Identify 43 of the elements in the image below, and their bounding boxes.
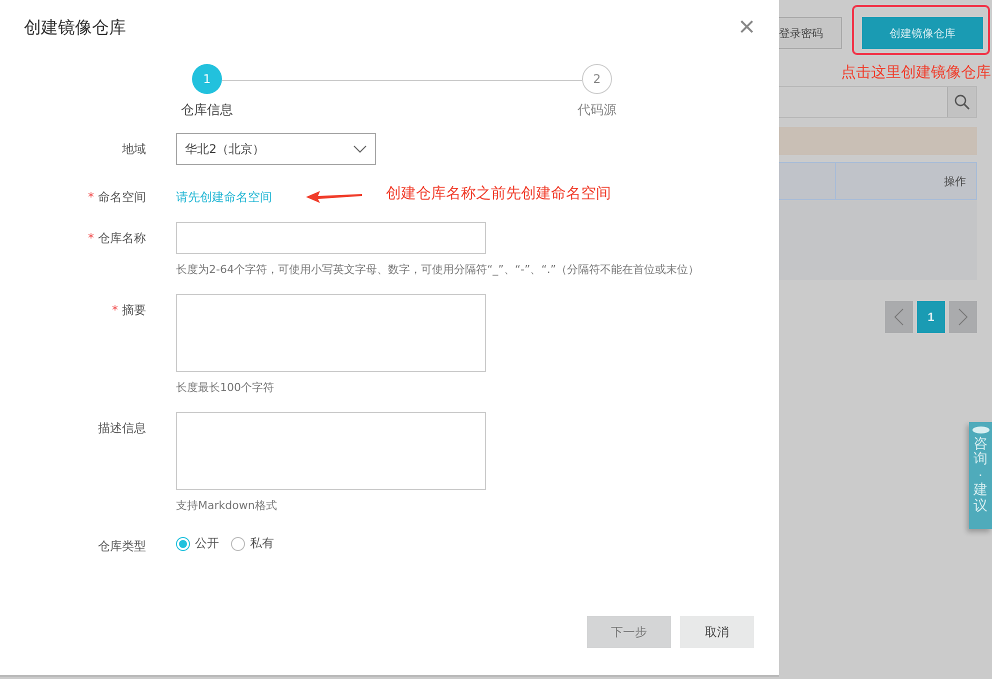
annotation-text: 点击这里创建镜像仓库 — [841, 63, 991, 82]
field-hint: 长度为2-64个字符，可使用小写英文字母、数字，可使用分隔符“_”、“-”、“.”（分隔符不能在首位或末位） — [176, 262, 700, 278]
region-select[interactable]: 华北2（北京） — [176, 133, 376, 165]
required-mark: * — [88, 231, 94, 245]
step-label: 代码源 — [578, 102, 616, 119]
field-label: * 仓库名称 — [87, 230, 146, 247]
chat-icon — [972, 426, 990, 434]
cancel-button[interactable]: 取消 — [680, 616, 754, 648]
dialog-title: 创建镜像仓库 — [24, 16, 126, 38]
password-button[interactable]: 登录密码 — [779, 17, 842, 49]
step-number: 1 — [192, 64, 222, 94]
text-area[interactable] — [176, 412, 486, 490]
column-header: 操作 — [835, 163, 976, 199]
next-page-button[interactable] — [949, 301, 977, 333]
field-label: * 摘要 — [111, 302, 146, 319]
create-repo-button[interactable]: 创建镜像仓库 — [862, 17, 983, 49]
chevron-down-icon — [353, 144, 367, 154]
step-number: 2 — [582, 64, 612, 94]
field-hint: 长度最长100个字符 — [176, 380, 275, 396]
chevron-left-icon — [894, 308, 904, 326]
radio-option[interactable]: 公开 — [176, 535, 219, 552]
field-label: * 命名空间 — [87, 189, 146, 206]
radio-option[interactable]: 私有 — [231, 535, 274, 552]
search-field[interactable] — [779, 86, 977, 118]
step-label: 仓库信息 — [181, 102, 233, 119]
chevron-right-icon — [958, 308, 968, 326]
search-icon — [954, 94, 970, 110]
prev-page-button[interactable] — [885, 301, 913, 333]
required-mark: * — [112, 303, 118, 317]
create-namespace-link[interactable]: 请先创建命名空间 — [176, 181, 272, 206]
required-mark: * — [88, 190, 94, 204]
field-label: 地域 — [121, 141, 146, 158]
text-area[interactable] — [176, 294, 486, 372]
close-button[interactable]: × — [738, 13, 755, 41]
annotation-text: 创建仓库名称之前先创建命名空间 — [386, 183, 611, 203]
field-label: 描述信息 — [97, 420, 146, 437]
name-input[interactable] — [176, 222, 486, 254]
field-hint: 支持Markdown格式 — [176, 498, 278, 514]
feedback-tab[interactable]: 咨询·建议 — [969, 422, 992, 529]
field-label: 仓库类型 — [97, 538, 146, 555]
search-button[interactable] — [947, 87, 976, 117]
page-button[interactable]: 1 — [917, 301, 945, 333]
annotation-arrow — [306, 191, 362, 203]
